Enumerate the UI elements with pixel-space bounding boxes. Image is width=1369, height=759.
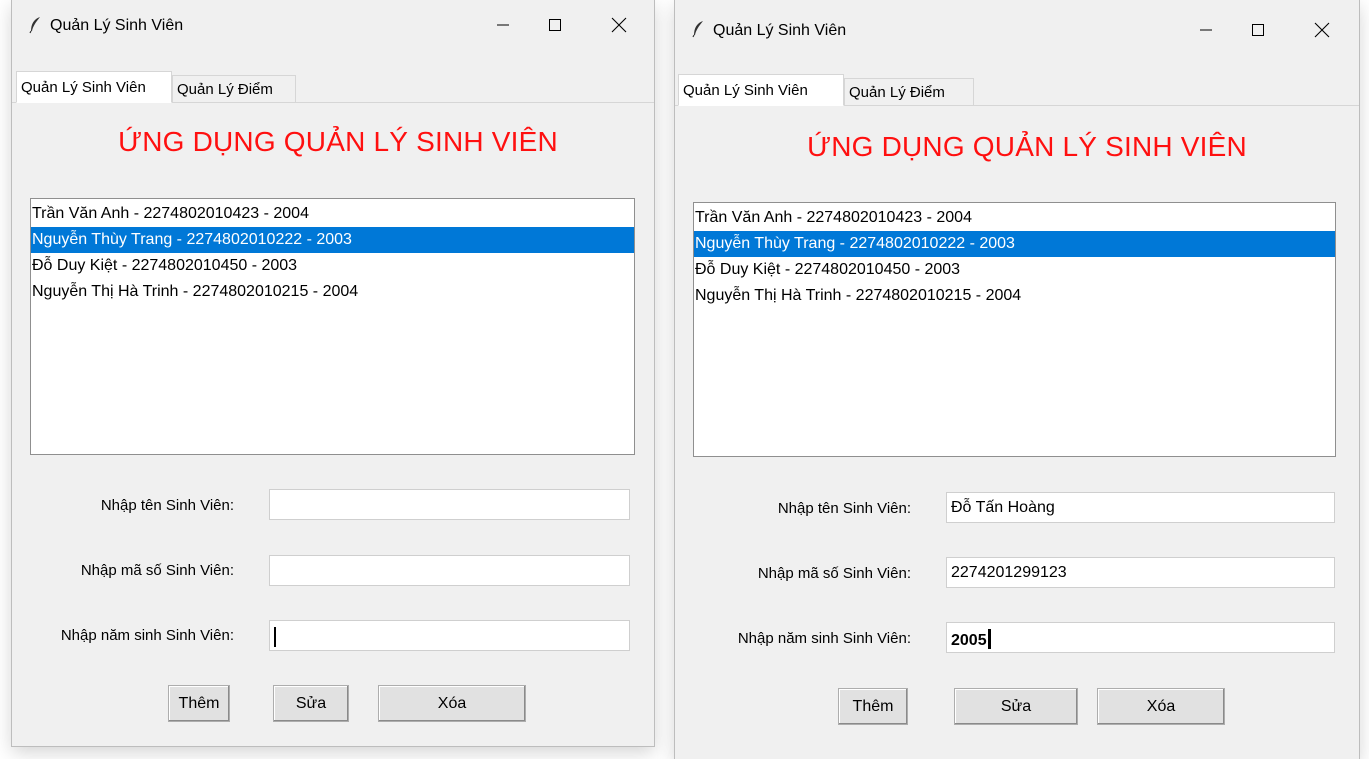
title-bar[interactable]: Quản Lý Sinh Viên xyxy=(675,0,1359,56)
list-item-selected[interactable]: Nguyễn Thùy Trang - 2274802010222 - 2003 xyxy=(31,227,634,253)
year-label: Nhập năm sinh Sinh Viên: xyxy=(60,627,234,644)
app-window-right: Quản Lý Sinh Viên Quản Lý Sinh Viên Quản… xyxy=(675,0,1359,759)
id-label: Nhập mã số Sinh Viên: xyxy=(80,562,234,579)
tab-student-management[interactable]: Quản Lý Sinh Viên xyxy=(678,74,844,106)
tab-bar: Quản Lý Sinh Viên Quản Lý Điểm xyxy=(675,72,1359,106)
minimize-button[interactable] xyxy=(480,10,526,40)
close-button[interactable] xyxy=(596,10,642,40)
list-item[interactable]: Nguyễn Thị Hà Trinh - 2274802010215 - 20… xyxy=(694,283,1335,309)
tab-label: Quản Lý Điểm xyxy=(849,83,945,101)
delete-button[interactable]: Xóa xyxy=(1097,688,1225,725)
edit-button[interactable]: Sửa xyxy=(954,688,1078,725)
maximize-button[interactable] xyxy=(1235,15,1281,45)
minimize-icon xyxy=(497,24,509,26)
year-label: Nhập năm sinh Sinh Viên: xyxy=(737,630,911,647)
page-heading: ỨNG DỤNG QUẢN LÝ SINH VIÊN xyxy=(118,126,558,157)
close-button[interactable] xyxy=(1299,15,1345,45)
id-input[interactable] xyxy=(269,555,630,586)
close-icon xyxy=(1314,22,1330,38)
feather-icon xyxy=(29,17,40,34)
feather-icon xyxy=(692,21,703,38)
list-item[interactable]: Đỗ Duy Kiệt - 2274802010450 - 2003 xyxy=(31,253,634,279)
list-item-selected[interactable]: Nguyễn Thùy Trang - 2274802010222 - 2003 xyxy=(694,231,1335,257)
window-title: Quản Lý Sinh Viên xyxy=(50,17,184,34)
app-window-left: Quản Lý Sinh Viên Quản Lý Sinh Viên Quản… xyxy=(12,0,654,746)
name-input-value: Đỗ Tấn Hoàng xyxy=(951,499,1055,516)
student-listbox[interactable]: Trần Văn Anh - 2274802010423 - 2004 Nguy… xyxy=(693,202,1336,457)
tab-label: Quản Lý Sinh Viên xyxy=(683,81,808,99)
year-input[interactable] xyxy=(269,620,630,651)
tab-label: Quản Lý Sinh Viên xyxy=(21,78,146,96)
id-label: Nhập mã số Sinh Viên: xyxy=(757,565,911,582)
maximize-button[interactable] xyxy=(532,10,578,40)
minimize-icon xyxy=(1200,29,1212,31)
title-bar[interactable]: Quản Lý Sinh Viên xyxy=(12,0,654,50)
student-listbox[interactable]: Trần Văn Anh - 2274802010423 - 2004 Nguy… xyxy=(30,198,635,455)
name-input[interactable]: Đỗ Tấn Hoàng xyxy=(946,492,1335,523)
edit-button-label: Sửa xyxy=(295,694,327,712)
edit-button[interactable]: Sửa xyxy=(273,685,349,722)
text-cursor xyxy=(987,629,991,649)
name-label: Nhập tên Sinh Viên: xyxy=(777,500,911,517)
tab-student-management[interactable]: Quản Lý Sinh Viên xyxy=(16,71,172,103)
page-heading: ỨNG DỤNG QUẢN LÝ SINH VIÊN xyxy=(807,131,1247,162)
id-input-value: 2274201299123 xyxy=(951,564,1067,581)
tab-grade-management[interactable]: Quản Lý Điểm xyxy=(844,78,974,106)
name-input[interactable] xyxy=(269,489,630,520)
list-item[interactable]: Nguyễn Thị Hà Trinh - 2274802010215 - 20… xyxy=(31,279,634,305)
list-item[interactable]: Đỗ Duy Kiệt - 2274802010450 - 2003 xyxy=(694,257,1335,283)
window-title: Quản Lý Sinh Viên xyxy=(713,22,847,39)
edit-button-label: Sửa xyxy=(1000,697,1032,715)
delete-button-label: Xóa xyxy=(1146,697,1176,715)
id-input[interactable]: 2274201299123 xyxy=(946,557,1335,588)
delete-button[interactable]: Xóa xyxy=(378,685,526,722)
add-button[interactable]: Thêm xyxy=(168,685,230,722)
tab-label: Quản Lý Điểm xyxy=(177,80,273,98)
close-icon xyxy=(611,17,627,33)
add-button-label: Thêm xyxy=(178,694,220,712)
add-button[interactable]: Thêm xyxy=(838,688,908,725)
tab-bar: Quản Lý Sinh Viên Quản Lý Điểm xyxy=(12,70,654,103)
maximize-icon xyxy=(1252,24,1264,36)
delete-button-label: Xóa xyxy=(437,694,467,712)
list-item[interactable]: Trần Văn Anh - 2274802010423 - 2004 xyxy=(31,201,634,227)
add-button-label: Thêm xyxy=(852,697,894,715)
list-item[interactable]: Trần Văn Anh - 2274802010423 - 2004 xyxy=(694,205,1335,231)
year-input[interactable]: 2005 xyxy=(946,622,1335,653)
tab-grade-management[interactable]: Quản Lý Điểm xyxy=(172,75,296,103)
minimize-button[interactable] xyxy=(1183,15,1229,45)
text-cursor xyxy=(274,627,276,647)
name-label: Nhập tên Sinh Viên: xyxy=(100,497,234,514)
year-input-value: 2005 xyxy=(951,632,987,649)
maximize-icon xyxy=(549,19,561,31)
